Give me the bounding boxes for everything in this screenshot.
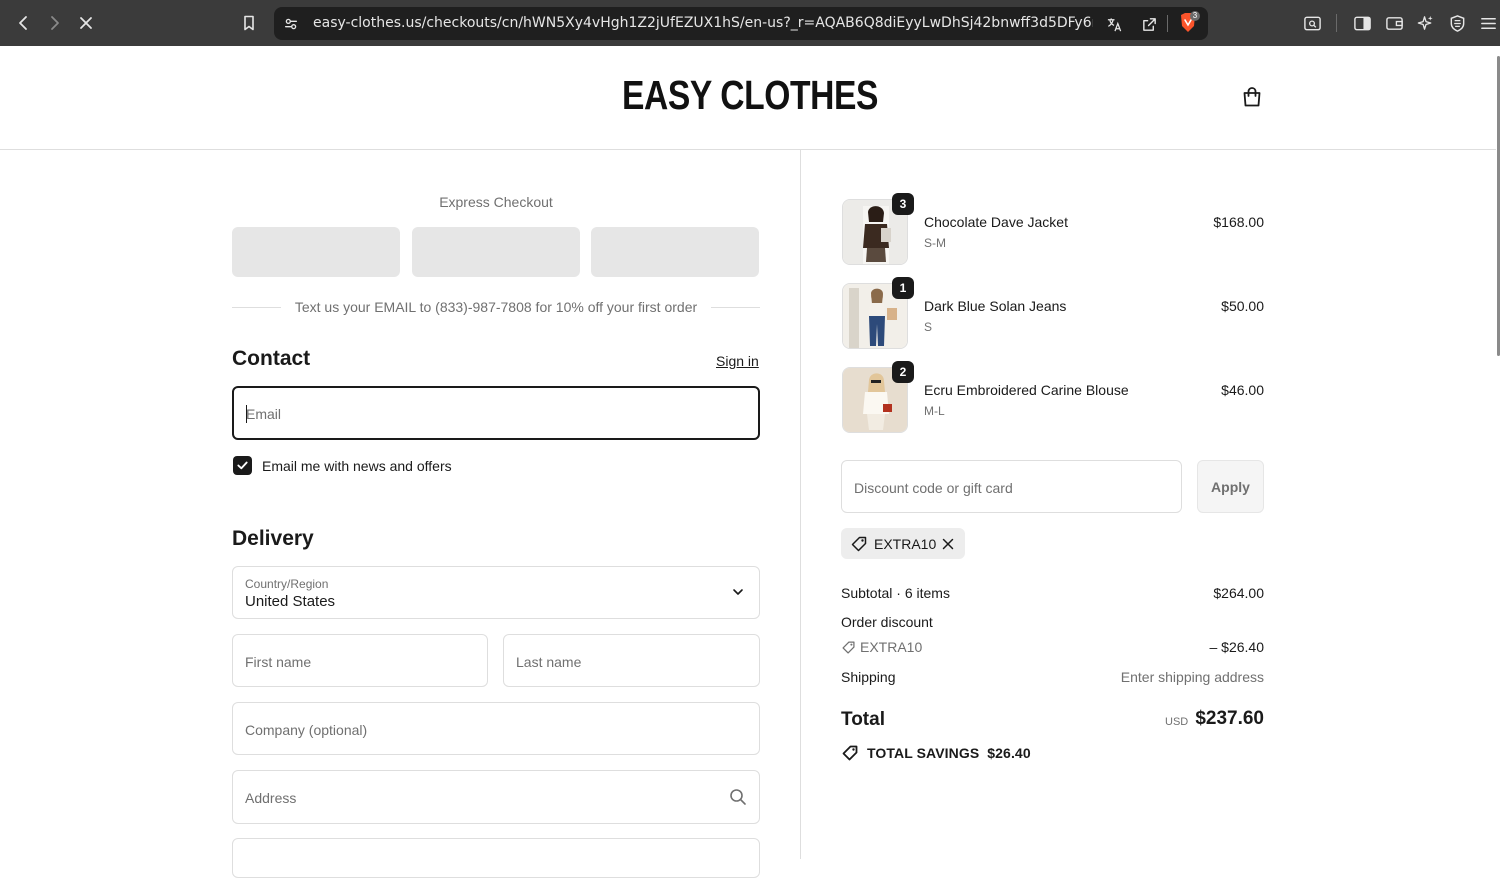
savings-value: $26.40 — [987, 745, 1031, 761]
shields-count-badge: 3 — [1190, 11, 1200, 21]
store-logo[interactable]: EASY CLOTHES — [135, 72, 1365, 119]
vpn-shield-icon[interactable] — [1447, 13, 1467, 33]
address-bar[interactable]: easy-clothes.us/checkouts/cn/hWN5Xy4vHgh… — [274, 7, 1208, 40]
browser-toolbar: easy-clothes.us/checkouts/cn/hWN5Xy4vHgh… — [0, 0, 1500, 46]
share-icon[interactable] — [1139, 14, 1159, 34]
total-currency: USD — [1165, 716, 1189, 728]
address-input[interactable]: Address — [232, 770, 760, 824]
total-savings-row: TOTAL SAVINGS $26.40 — [841, 743, 1031, 763]
express-pay-button-3[interactable] — [591, 227, 759, 277]
promo-text: Text us your EMAIL to (833)-987-7808 for… — [294, 299, 698, 315]
product-name: Chocolate Dave Jacket — [924, 214, 1068, 230]
forward-icon[interactable] — [42, 11, 66, 35]
company-placeholder: Company (optional) — [245, 722, 368, 738]
product-price: $46.00 — [1221, 382, 1264, 398]
apply-discount-button[interactable]: Apply — [1197, 460, 1264, 513]
applied-discount-chip: EXTRA10 — [841, 528, 965, 559]
site-header: EASY CLOTHES — [0, 46, 1496, 150]
bookmark-icon[interactable] — [237, 11, 261, 35]
site-settings-icon[interactable] — [281, 14, 301, 34]
menu-icon[interactable] — [1478, 13, 1498, 33]
product-price: $50.00 — [1221, 298, 1264, 314]
url-divider — [1167, 15, 1168, 32]
back-icon[interactable] — [12, 11, 36, 35]
product-variant: S-M — [924, 236, 946, 250]
first-name-input[interactable]: First name — [232, 634, 488, 687]
email-input[interactable]: Email — [232, 386, 760, 440]
wallet-icon[interactable] — [1384, 13, 1404, 33]
total-label: Total — [841, 709, 885, 730]
url-text[interactable]: easy-clothes.us/checkouts/cn/hWN5Xy4vHgh… — [313, 15, 1093, 31]
reader-mode-icon[interactable] — [1302, 13, 1322, 33]
applied-code-text: EXTRA10 — [874, 536, 937, 552]
last-name-placeholder: Last name — [516, 654, 582, 670]
shipping-value: Enter shipping address — [1120, 669, 1264, 685]
first-name-placeholder: First name — [245, 654, 312, 670]
quantity-badge: 1 — [892, 277, 914, 299]
savings-label: TOTAL SAVINGS — [867, 745, 980, 761]
apartment-input[interactable] — [232, 838, 760, 878]
express-pay-button-2[interactable] — [412, 227, 580, 277]
product-variant: M-L — [924, 404, 945, 418]
translate-icon[interactable] — [1104, 14, 1124, 34]
address-placeholder: Address — [245, 790, 297, 806]
product-variant: S — [924, 320, 933, 334]
product-name: Ecru Embroidered Carine Blouse — [924, 382, 1129, 398]
express-pay-button-1[interactable] — [232, 227, 400, 277]
last-name-input[interactable]: Last name — [503, 634, 760, 687]
delivery-title: Delivery — [232, 527, 314, 550]
discount-amount: – $26.40 — [1209, 639, 1265, 655]
remove-discount-icon[interactable] — [941, 537, 955, 551]
newsletter-label[interactable]: Email me with news and offers — [262, 458, 452, 474]
subtotal-label: Subtotal · 6 items — [841, 585, 950, 601]
stop-loading-icon[interactable] — [74, 11, 98, 35]
country-value: United States — [245, 593, 336, 610]
sign-in-link[interactable]: Sign in — [716, 353, 759, 369]
product-name: Dark Blue Solan Jeans — [924, 298, 1067, 314]
shipping-label: Shipping — [841, 669, 896, 685]
check-icon — [237, 461, 248, 470]
search-icon — [730, 789, 746, 805]
order-discount-label: Order discount — [841, 614, 933, 630]
quantity-badge: 3 — [892, 193, 914, 215]
promo-divider: Text us your EMAIL to (833)-987-7808 for… — [232, 298, 760, 316]
discount-code-label: EXTRA10 — [860, 639, 923, 655]
discount-code-input[interactable]: Discount code or gift card — [841, 460, 1182, 513]
country-label: Country/Region — [245, 577, 329, 591]
express-checkout-title: Express Checkout — [439, 194, 553, 210]
toolbar-divider — [1336, 14, 1337, 32]
sidebar-icon[interactable] — [1352, 13, 1372, 33]
shopping-bag-icon[interactable] — [1240, 85, 1264, 109]
company-input[interactable]: Company (optional) — [232, 702, 760, 755]
tag-icon — [851, 536, 867, 552]
quantity-badge: 2 — [892, 361, 914, 383]
divider-line-left — [232, 306, 281, 308]
discount-placeholder: Discount code or gift card — [854, 480, 1013, 496]
newsletter-checkbox[interactable] — [233, 456, 252, 475]
divider-line-right — [711, 306, 760, 308]
contact-title: Contact — [232, 347, 311, 370]
email-placeholder: Email — [246, 406, 282, 422]
savings-tag-icon — [842, 745, 858, 761]
leo-ai-icon[interactable] — [1415, 13, 1435, 33]
product-price: $168.00 — [1213, 214, 1264, 230]
total-value: $237.60 — [1195, 708, 1264, 729]
country-select[interactable]: Country/Region United States — [232, 566, 760, 619]
chevron-down-icon — [733, 589, 743, 595]
column-divider — [800, 150, 801, 859]
brave-shields-icon[interactable]: 3 — [1178, 11, 1200, 34]
tag-icon — [841, 640, 857, 656]
subtotal-value: $264.00 — [1213, 585, 1264, 601]
